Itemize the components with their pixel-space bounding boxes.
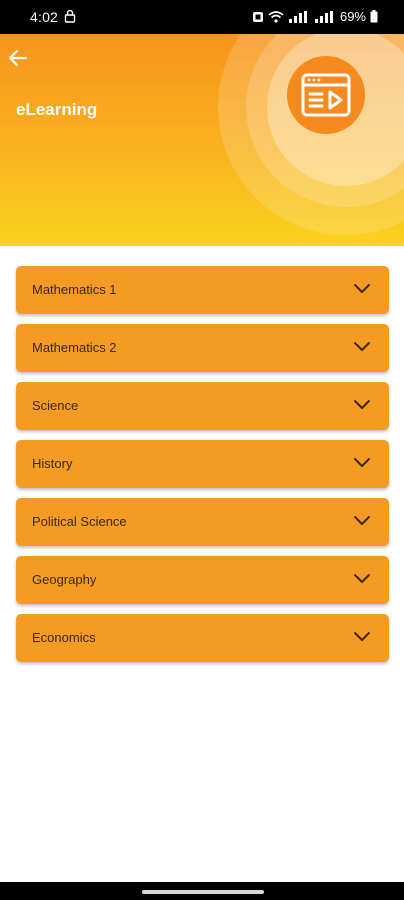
subject-label: Mathematics 1 (32, 282, 117, 297)
subject-label: Mathematics 2 (32, 340, 117, 355)
video-course-icon (301, 73, 351, 117)
header-banner: eLearning (0, 34, 404, 246)
subject-label: Political Science (32, 514, 127, 529)
home-gesture-handle[interactable] (142, 890, 264, 894)
chevron-down-icon (354, 632, 370, 641)
subject-label: Economics (32, 630, 96, 645)
hero-icon-circle (287, 56, 365, 134)
subject-item-economics[interactable]: Economics (16, 614, 389, 662)
chevron-down-icon (354, 400, 370, 409)
wifi-icon (268, 10, 284, 23)
subject-item-mathematics-1[interactable]: Mathematics 1 (16, 266, 389, 314)
status-bar: 4:02 69% (0, 0, 404, 34)
chevron-down-icon (354, 574, 370, 583)
signal-icon (288, 10, 307, 23)
subject-item-mathematics-2[interactable]: Mathematics 2 (16, 324, 389, 372)
notification-icon (252, 11, 263, 22)
subject-item-history[interactable]: History (16, 440, 389, 488)
back-button[interactable] (6, 46, 30, 70)
subject-item-science[interactable]: Science (16, 382, 389, 430)
lock-icon (64, 9, 76, 23)
status-icons: 69% (252, 9, 378, 24)
status-time: 4:02 (30, 9, 59, 25)
chevron-down-icon (354, 458, 370, 467)
arrow-left-icon (8, 49, 28, 67)
battery-percent: 69% (339, 9, 366, 24)
subject-label: Geography (32, 572, 97, 587)
subject-item-political-science[interactable]: Political Science (16, 498, 389, 546)
chevron-down-icon (354, 516, 370, 525)
chevron-down-icon (354, 284, 370, 293)
signal-icon-2 (314, 10, 333, 23)
navigation-bar (0, 882, 404, 900)
page-title: eLearning (16, 100, 98, 119)
subject-list: Mathematics 1 Mathematics 2 Science Hist… (16, 266, 389, 672)
subject-item-geography[interactable]: Geography (16, 556, 389, 604)
subject-label: Science (32, 398, 79, 413)
battery-icon (370, 10, 378, 23)
chevron-down-icon (354, 342, 370, 351)
screen: 4:02 69% eLearning Mathematics 1 Mathema… (0, 0, 404, 900)
subject-label: History (32, 456, 73, 471)
